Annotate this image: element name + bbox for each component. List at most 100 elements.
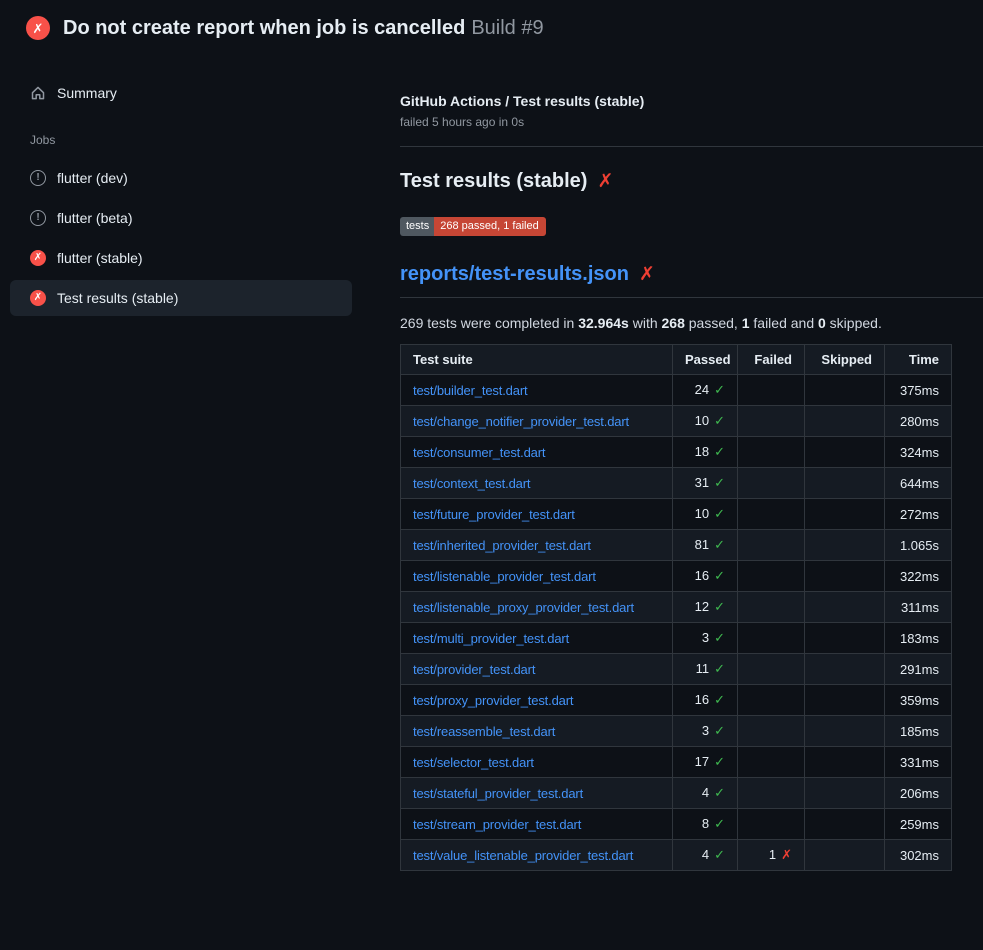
table-row: test/provider_test.dart 11✓ 291ms [401,654,952,685]
col-header-skipped: Skipped [805,345,885,375]
check-icon: ✓ [714,692,725,707]
test-suite-link[interactable]: test/proxy_provider_test.dart [413,693,573,708]
time-value: 331ms [885,747,952,778]
table-row: test/inherited_provider_test.dart 81 ✓ 1.… [401,530,952,561]
table-row: test/reassemble_test.dart 3✓ 185ms [401,716,952,747]
sidebar-job-item[interactable]: ! flutter (dev) [10,160,352,196]
test-suite-link[interactable]: test/multi_provider_test.dart [413,631,569,646]
report-link[interactable]: reports/test-results.json [400,263,629,286]
section-title-text: Test results (stable) [400,170,587,193]
table-row: test/future_provider_test.dart 10✓ 272ms [401,499,952,530]
time-value: 359ms [885,685,952,716]
summary-text-part: skipped. [826,315,882,331]
sidebar-job-item[interactable]: ✗ flutter (stable) [10,240,352,276]
check-icon: ✓ [714,785,725,800]
time-value: 183ms [885,623,952,654]
x-circle-icon: ✗ [30,290,46,306]
badge-value: 268 passed, 1 failed [434,217,545,236]
time-value: 206ms [885,778,952,809]
test-suite-link[interactable]: test/future_provider_test.dart [413,507,575,522]
summary-text-part: 32.964s [578,315,629,331]
page-header: ✗ Do not create report when job is cance… [0,0,983,56]
time-value: 272ms [885,499,952,530]
test-suite-link[interactable]: test/selector_test.dart [413,755,534,770]
table-header-row: Test suite Passed Failed Skipped Time [401,345,952,375]
time-value: 259ms [885,809,952,840]
sidebar-job-item[interactable]: ! flutter (beta) [10,200,352,236]
test-suite-link[interactable]: test/builder_test.dart [413,383,528,398]
table-row: test/stream_provider_test.dart 8✓ 259ms [401,809,952,840]
test-suite-link[interactable]: test/listenable_proxy_provider_test.dart [413,600,634,615]
passed-count: 3 [702,723,709,738]
summary-text-part: 0 [818,315,826,331]
table-row: test/listenable_provider_test.dart 16✓ 3… [401,561,952,592]
failed-count: 1 [769,847,776,862]
main-content: GitHub Actions / Test results (stable) f… [368,56,983,871]
check-icon: ✓ [714,754,725,769]
time-value: 291ms [885,654,952,685]
test-suite-link[interactable]: test/inherited_provider_test.dart [413,538,591,553]
alert-circle-icon: ! [30,170,46,186]
sidebar-job-label: flutter (dev) [57,170,128,186]
test-suite-link[interactable]: test/consumer_test.dart [413,445,545,460]
sidebar-job-label: flutter (beta) [57,210,132,226]
results-table-body: test/builder_test.dart 24✓ 375ms test/ch… [401,375,952,871]
test-suite-link[interactable]: test/value_listenable_provider_test.dart [413,848,633,863]
summary-line: 269 tests were completed in 32.964s with… [400,315,983,331]
table-row: test/change_notifier_provider_test.dart … [401,406,952,437]
time-value: 324ms [885,437,952,468]
divider [400,146,983,147]
table-row: test/multi_provider_test.dart 3 ✓ 183ms [401,623,952,654]
sidebar-job-item[interactable]: ✗ Test results (stable) [10,280,352,316]
passed-count: 4 [702,785,709,800]
col-header-suite: Test suite [401,345,673,375]
layout: Summary Jobs ! flutter (dev) ! flutter (… [0,56,983,871]
passed-count: 3 [702,630,709,645]
passed-count: 10 [695,506,709,521]
passed-count: 17 [695,754,709,769]
test-suite-link[interactable]: test/stateful_provider_test.dart [413,786,583,801]
status-line: failed 5 hours ago in 0s [400,115,983,129]
x-mark-icon: ✗ [639,265,655,284]
time-value: 375ms [885,375,952,406]
table-row: test/consumer_test.dart 18✓ 324ms [401,437,952,468]
check-icon: ✓ [714,475,725,490]
time-value: 1.065s [885,530,952,561]
passed-count: 16 [695,568,709,583]
jobs-heading: Jobs [30,133,352,147]
sidebar-item-summary[interactable]: Summary [10,75,352,111]
col-header-time: Time [885,345,952,375]
table-row: test/stateful_provider_test.dart 4 ✓ 206m… [401,778,952,809]
section-title: Test results (stable) ✗ [400,170,983,193]
test-suite-link[interactable]: test/stream_provider_test.dart [413,817,581,832]
run-title-text: Do not create report when job is cancell… [63,17,465,39]
test-suite-link[interactable]: test/listenable_provider_test.dart [413,569,596,584]
check-icon: ✓ [714,630,725,645]
check-icon: ✓ [714,537,725,552]
test-suite-link[interactable]: test/context_test.dart [413,476,530,491]
summary-text-part: with [629,315,662,331]
time-value: 644ms [885,468,952,499]
passed-count: 81 [695,537,709,552]
test-suite-link[interactable]: test/reassemble_test.dart [413,724,555,739]
x-mark-icon: ✗ [597,172,613,191]
check-icon: ✓ [714,661,725,676]
cross-icon: ✗ [781,847,792,862]
check-icon: ✓ [714,723,725,738]
test-suite-link[interactable]: test/provider_test.dart [413,662,535,677]
sidebar-job-label: flutter (stable) [57,250,143,266]
passed-count: 31 [695,475,709,490]
summary-text-part: passed, [685,315,742,331]
table-row: test/proxy_provider_test.dart 16✓ 359ms [401,685,952,716]
page-title: Do not create report when job is cancell… [63,17,544,40]
table-row: test/selector_test.dart 17 ✓ 331ms [401,747,952,778]
table-row: test/context_test.dart 31 ✓ 644ms [401,468,952,499]
x-circle-icon: ✗ [30,250,46,266]
sidebar-job-label: Test results (stable) [57,290,178,306]
page: ✗ Do not create report when job is cance… [0,0,983,871]
jobs-list: ! flutter (dev) ! flutter (beta) ✗ flutt… [10,160,352,316]
check-icon: ✓ [714,599,725,614]
check-icon: ✓ [714,816,725,831]
x-circle-fill-icon: ✗ [26,16,50,40]
test-suite-link[interactable]: test/change_notifier_provider_test.dart [413,414,629,429]
